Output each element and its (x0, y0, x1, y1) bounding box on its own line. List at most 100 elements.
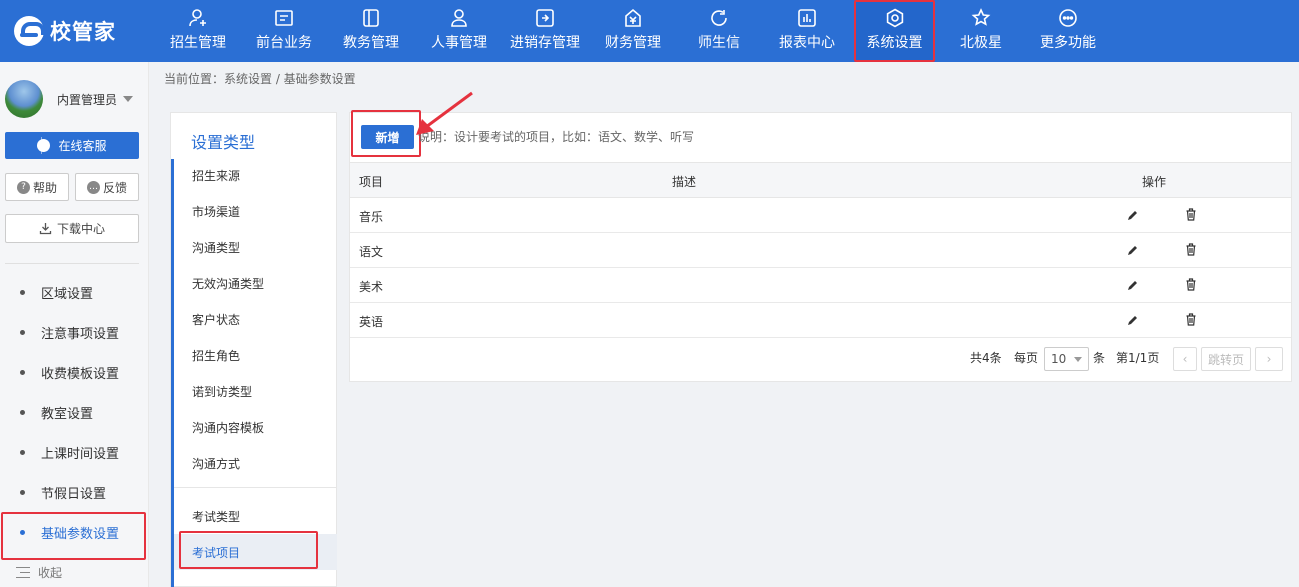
type-item-comm-type[interactable]: 沟通类型 (174, 229, 337, 265)
download-center-button[interactable]: 下载中心 (5, 214, 139, 243)
top-nav-bar: 校管家 招生管理 前台业务 教务管理 人事管理 进销存管理 财务管理 师生信 报… (0, 0, 1299, 62)
sidebar-item-holidays[interactable]: 节假日设置 (0, 472, 149, 512)
jump-page-button[interactable]: 跳转页 (1201, 347, 1251, 371)
sidebar-item-classroom[interactable]: 教室设置 (0, 392, 149, 432)
type-divider (174, 487, 337, 488)
pager-per-page-label: 每页 (1014, 351, 1039, 365)
finance-icon (625, 8, 641, 27)
nav-item-inventory[interactable]: 进销存管理 (504, 0, 586, 62)
type-item-exam-subject[interactable]: 考试项目 (174, 531, 337, 570)
sidebar-item-label: 注意事项设置 (41, 326, 120, 342)
trash-icon[interactable] (1186, 208, 1196, 221)
desk-icon (275, 10, 293, 26)
type-item-customer-status[interactable]: 客户状态 (174, 301, 337, 337)
feedback-label: 反馈 (102, 180, 127, 195)
left-sidebar: 内置管理员 在线客服 ? 帮助 … 反馈 下载中心 区域设置 注意事项设置 收费… (0, 62, 149, 587)
online-service-label: 在线客服 (58, 139, 107, 153)
trash-icon[interactable] (1186, 243, 1196, 256)
username: 内置管理员 (57, 92, 118, 107)
sidebar-item-fee-template[interactable]: 收费模板设置 (0, 352, 149, 392)
type-item-enroll-source[interactable]: 招生来源 (174, 157, 337, 193)
pager-unit: 条 (1093, 351, 1106, 365)
sidebar-item-class-time[interactable]: 上课时间设置 (0, 432, 149, 472)
table-row: 音乐 (350, 198, 1291, 233)
settings-type-title: 设置类型 (191, 133, 256, 152)
sidebar-item-region[interactable]: 区域设置 (0, 272, 149, 312)
collapse-button[interactable]: 收起 (16, 564, 62, 581)
feedback-icon: … (86, 180, 100, 194)
sidebar-item-label: 上课时间设置 (41, 446, 120, 462)
logo-icon (14, 16, 45, 46)
edit-icon[interactable] (1127, 209, 1139, 221)
help-button[interactable]: ? 帮助 (5, 173, 69, 201)
table-row: 语文 (350, 233, 1291, 268)
column-header-desc: 描述 (672, 175, 697, 189)
arrow-annotation-icon (416, 91, 473, 135)
message-icon (711, 10, 727, 26)
sidebar-item-label: 区域设置 (41, 286, 94, 302)
trash-icon[interactable] (1186, 278, 1196, 291)
feedback-button[interactable]: … 反馈 (75, 173, 139, 201)
content-panel: 新增 说明：设计要考试的项目，比如：语文、数学、听写 项目 描述 操作 音乐 语… (349, 91, 1292, 382)
nav-label: 招生管理 (170, 35, 226, 51)
sidebar-divider (5, 263, 139, 264)
type-item-comm-method[interactable]: 沟通方式 (174, 445, 337, 481)
bullet-icon (20, 329, 25, 335)
logo-text: 校管家 (50, 20, 116, 44)
sidebar-item-basic-params[interactable]: 基础参数设置 (0, 512, 149, 560)
person-icon (451, 9, 467, 27)
user-menu[interactable]: 内置管理员 (5, 80, 134, 118)
nav-item-hr[interactable]: 人事管理 (416, 0, 502, 62)
type-item-enroll-role[interactable]: 招生角色 (174, 337, 337, 373)
button-separator (41, 137, 42, 154)
nav-item-system-settings[interactable]: 系统设置 (854, 0, 935, 62)
user-add-icon (189, 9, 206, 27)
sidebar-item-label: 教室设置 (41, 406, 94, 422)
chevron-down-icon (1074, 357, 1082, 362)
logo[interactable]: 校管家 (14, 16, 116, 46)
page-size-value: 10 (1051, 352, 1067, 366)
chevron-down-icon (123, 96, 134, 102)
nav-label: 师生信 (698, 35, 740, 51)
type-item-invalid-comm-type[interactable]: 无效沟通类型 (174, 265, 337, 301)
sidebar-item-notices[interactable]: 注意事项设置 (0, 312, 149, 352)
nav-item-polaris[interactable]: 北极星 (940, 0, 1022, 62)
next-page-button[interactable]: › (1255, 347, 1283, 371)
chart-icon (798, 9, 816, 27)
type-item-comm-template[interactable]: 沟通内容模板 (174, 409, 337, 445)
nav-label: 人事管理 (431, 35, 487, 51)
column-header-ops: 操作 (1142, 175, 1167, 189)
type-item-visit-type[interactable]: 诺到访类型 (174, 373, 337, 409)
nav-item-frontdesk[interactable]: 前台业务 (242, 0, 326, 62)
prev-page-button[interactable]: ‹ (1173, 347, 1197, 371)
nav-label: 报表中心 (779, 35, 835, 51)
star-icon (971, 8, 991, 26)
inventory-icon (536, 9, 554, 27)
nav-item-reports[interactable]: 报表中心 (764, 0, 850, 62)
bullet-icon (20, 449, 25, 455)
page-size-select[interactable]: 10 (1044, 347, 1089, 371)
edit-icon[interactable] (1127, 244, 1139, 256)
nav-item-enrollment[interactable]: 招生管理 (156, 0, 240, 62)
edit-icon[interactable] (1127, 279, 1139, 291)
nav-item-academic[interactable]: 教务管理 (328, 0, 414, 62)
table-row: 英语 (350, 303, 1291, 338)
nav-item-more[interactable]: 更多功能 (1026, 0, 1110, 62)
chat-bubble-icon (37, 139, 51, 152)
collapse-label: 收起 (38, 566, 63, 580)
nav-label: 教务管理 (343, 35, 399, 51)
nav-label: 进销存管理 (510, 35, 580, 51)
nav-item-finance[interactable]: 财务管理 (592, 0, 674, 62)
sidebar-item-label: 收费模板设置 (41, 366, 120, 382)
trash-icon[interactable] (1186, 313, 1196, 326)
online-service-button[interactable]: 在线客服 (5, 132, 139, 159)
nav-item-messaging[interactable]: 师生信 (678, 0, 760, 62)
download-icon (39, 223, 52, 235)
type-item-exam-type[interactable]: 考试类型 (174, 498, 337, 534)
edit-icon[interactable] (1127, 314, 1139, 326)
collapse-icon (16, 567, 30, 578)
type-item-market-channel[interactable]: 市场渠道 (174, 193, 337, 229)
table-row: 美术 (350, 268, 1291, 303)
bullet-icon (20, 369, 25, 375)
pager-page-info: 第1/1页 (1116, 351, 1160, 365)
